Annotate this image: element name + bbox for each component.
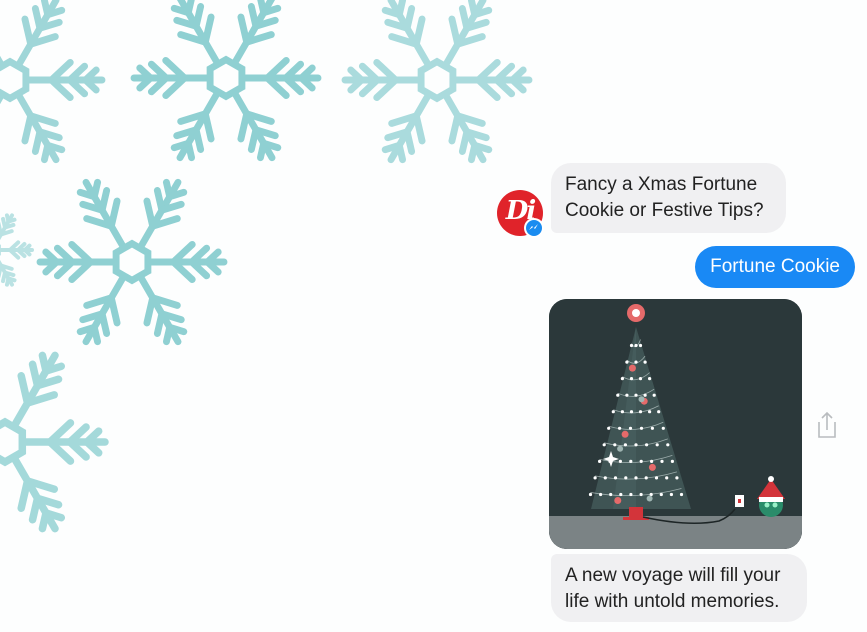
messenger-screenshot: Di Fancy a Xmas Fortune Cookie or Festiv… [0, 0, 867, 632]
messenger-badge-icon [524, 218, 544, 238]
snowflake-icon [130, 0, 322, 162]
share-icon[interactable] [815, 410, 839, 440]
snowflake-icon [341, 0, 533, 164]
snowflake-icon [0, 213, 34, 287]
message-line: Cookie or Festive Tips? [565, 200, 764, 221]
bot-message-bubble: A new voyage will fill your life with un… [551, 554, 807, 622]
snowflake-icon [0, 351, 109, 533]
user-message-bubble: Fortune Cookie [695, 246, 855, 288]
snowflake-icon [0, 0, 106, 164]
christmas-tree-image[interactable] [549, 299, 802, 549]
christmas-tree-illustration [549, 299, 802, 549]
message-text: Fortune Cookie [710, 256, 840, 277]
message-line: A new voyage will fill your [565, 565, 781, 586]
bot-message-bubble: Fancy a Xmas Fortune Cookie or Festive T… [551, 163, 786, 233]
message-line: Fancy a Xmas Fortune [565, 174, 758, 195]
message-line: life with untold memories. [565, 591, 780, 612]
snowflake-background [0, 0, 560, 632]
